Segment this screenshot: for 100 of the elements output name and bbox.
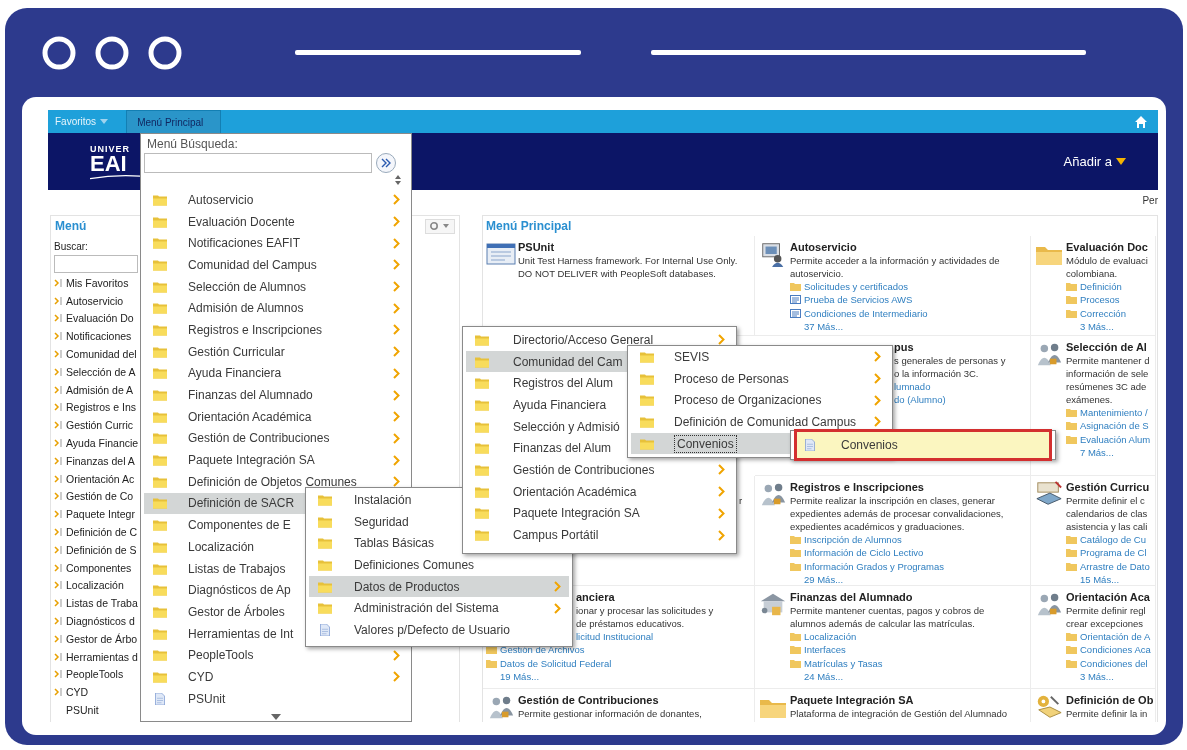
expand-icon[interactable] (54, 402, 63, 413)
menu-link[interactable]: PeopleTools (66, 668, 124, 681)
menu-item[interactable]: Gestión Curricular (144, 340, 408, 363)
menu-link[interactable]: Definición de S (66, 543, 137, 556)
search-field[interactable] (144, 153, 372, 173)
menu-item[interactable]: Registros e Inscripciones (144, 319, 408, 341)
scroll-down-icon[interactable] (271, 713, 281, 720)
menu-item[interactable]: Paquete Integración SA (144, 449, 408, 471)
more-link[interactable]: 15 Más... (1066, 572, 1120, 586)
search-button[interactable] (376, 153, 396, 173)
menu-item[interactable]: PeopleTools (144, 644, 408, 667)
tile-title[interactable]: Selección de Al (1066, 340, 1147, 354)
menu-link[interactable]: Finanzas del A (66, 454, 135, 467)
menu-link[interactable]: Componentes (66, 561, 132, 574)
tile-title[interactable]: Evaluación Doc (1066, 240, 1148, 254)
expand-icon[interactable] (54, 616, 63, 627)
settings-button[interactable] (425, 218, 455, 234)
menu-link[interactable]: Definición de C (66, 526, 138, 539)
menu-link[interactable]: Listas de Traba (66, 597, 138, 610)
expand-icon[interactable] (54, 651, 63, 662)
menu-item[interactable]: Convenios (794, 432, 1052, 458)
tile-link[interactable]: Evaluación Alum (1080, 432, 1151, 446)
expand-icon[interactable] (54, 313, 63, 324)
expand-icon[interactable] (54, 687, 63, 698)
menu-item[interactable]: Proceso de Organizaciones (631, 389, 889, 412)
menu-item[interactable]: CYD (144, 666, 408, 688)
menu-item[interactable]: Orientación Académica (466, 480, 733, 503)
expand-icon[interactable] (54, 366, 63, 377)
menu-link[interactable]: Admisión de A (66, 383, 134, 396)
menu-link[interactable]: Herramientas d (66, 650, 138, 663)
menu-item[interactable]: Valores p/Defecto de Usuario (309, 619, 569, 641)
tile-link[interactable]: Condiciones del (1080, 656, 1148, 670)
menu-item[interactable]: Definiciones Comunes (309, 554, 569, 576)
expand-icon[interactable] (54, 349, 63, 360)
expand-icon[interactable] (54, 384, 63, 395)
menu-link[interactable]: Ayuda Financie (66, 437, 139, 450)
tile-link[interactable]: Matrículas y Tasas (804, 656, 883, 670)
menu-link[interactable]: Notificaciones (66, 330, 132, 343)
menu-link[interactable]: Gestor de Árbo (66, 632, 138, 645)
menu-link[interactable]: Gestión de Co (66, 490, 134, 503)
tile-link[interactable]: Condiciones Aca (1080, 643, 1151, 657)
tile-title[interactable]: Orientación Aca (1066, 590, 1150, 604)
menu-item[interactable]: Administración del Sistema (309, 597, 569, 620)
tile-link[interactable]: licitud Institucional (576, 630, 654, 644)
expand-icon[interactable] (54, 562, 63, 573)
tile-link[interactable]: Información Grados y Programas (804, 559, 944, 573)
menu-item[interactable]: Datos de Productos (309, 575, 569, 598)
tile-title[interactable]: pus (894, 340, 914, 354)
menu-item[interactable]: Evaluación Docente (144, 210, 408, 233)
tile-link[interactable]: Condiciones de Intermediario (804, 306, 928, 320)
tile-link[interactable]: Interfaces (804, 643, 846, 657)
menu-item[interactable]: Finanzas del Alumnado (144, 384, 408, 406)
menu-item[interactable]: Selección de Alumnos (144, 275, 408, 298)
add-to-button[interactable]: Añadir a (1059, 154, 1116, 169)
tile-title[interactable]: Registros e Inscripciones (790, 480, 924, 494)
sort-icon[interactable] (395, 175, 401, 185)
tile-link[interactable]: do (Alumno) (894, 393, 946, 407)
expand-icon[interactable] (54, 491, 63, 502)
menu-link[interactable]: CYD (66, 686, 89, 699)
main-menu-tab[interactable]: Menú Principal (126, 110, 222, 133)
more-link[interactable]: 24 Más... (790, 669, 844, 683)
tile-title[interactable]: Autoservicio (790, 240, 857, 254)
menu-link[interactable]: Registros e Ins (66, 401, 137, 414)
tile-link[interactable]: Información de Ciclo Lectivo (804, 546, 924, 560)
expand-icon[interactable] (54, 544, 63, 555)
expand-icon[interactable] (54, 669, 63, 680)
expand-icon[interactable] (54, 420, 63, 431)
more-link[interactable]: 37 Más... (790, 319, 844, 333)
more-link[interactable]: 29 Más... (790, 572, 844, 586)
menu-item[interactable]: Autoservicio (144, 189, 408, 211)
menu-link[interactable]: Diagnósticos d (66, 615, 135, 628)
more-link[interactable]: 3 Más... (1066, 669, 1114, 683)
tile-link[interactable]: Inscripción de Alumnos (804, 533, 902, 547)
tile-title[interactable]: PSUnit (518, 240, 555, 254)
menu-link[interactable]: PSUnit (66, 704, 99, 716)
menu-item[interactable]: Gestión de Contribuciones (144, 427, 408, 450)
menu-link[interactable]: Gestión Curric (66, 419, 134, 432)
menu-item[interactable]: Definición de Comunidad Campus (631, 411, 889, 433)
tile-link[interactable]: Localización (804, 630, 857, 644)
menu-item[interactable]: Paquete Integración SA (466, 502, 733, 525)
menu-link[interactable]: Comunidad del (66, 348, 137, 361)
menu-link[interactable]: Orientación Ac (66, 472, 135, 485)
tile-link[interactable]: lumnado (894, 380, 931, 394)
tile-title[interactable]: Definición de Ob (1066, 693, 1154, 707)
menu-item[interactable]: Campus Portátil (466, 524, 733, 546)
tile-title[interactable]: Gestión Curricu (1066, 480, 1150, 494)
expand-icon[interactable] (54, 527, 63, 538)
expand-icon[interactable] (54, 633, 63, 644)
tile-link[interactable]: Corrección (1080, 306, 1126, 320)
menu-item[interactable]: Admisión de Alumnos (144, 297, 408, 320)
expand-icon[interactable] (54, 473, 63, 484)
menu-item[interactable]: Ayuda Financiera (144, 362, 408, 385)
tile-link[interactable]: Gestión de Archivos (500, 643, 585, 657)
tile-link[interactable]: Catálogo de Cu (1080, 533, 1147, 547)
tile-title[interactable]: Gestión de Contribuciones (518, 693, 659, 707)
menu-link[interactable]: Paquete Integr (66, 508, 135, 521)
tile-link[interactable]: Definición (1080, 280, 1122, 294)
tile-title[interactable]: Finanzas del Alumnado (790, 590, 913, 604)
tile-link[interactable]: Datos de Solicitud Federal (500, 656, 612, 670)
tile-title[interactable]: anciera (576, 590, 615, 604)
